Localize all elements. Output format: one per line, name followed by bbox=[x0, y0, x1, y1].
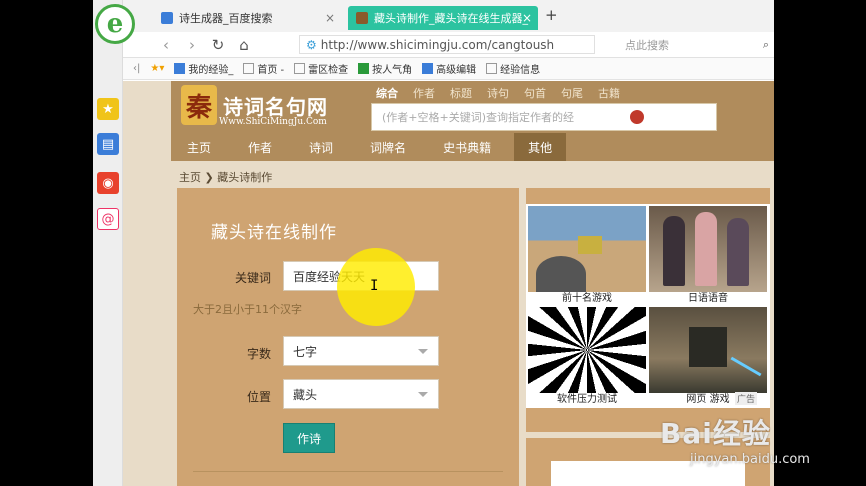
menu-item-other[interactable]: 其他 bbox=[514, 133, 567, 161]
position-value: 藏头 bbox=[293, 387, 318, 402]
search-tabs: 综合 作者 标题 诗句 句首 句尾 古籍 bbox=[376, 85, 635, 101]
bookmarks-bar: ‹| ★▾ 我的经验_ 首页 - 雷区检查 按人气角 高级编辑 经验信息 bbox=[123, 58, 774, 80]
tab-bar: 诗生成器_百度搜索 × 藏头诗制作_藏头诗在线生成器_ × + bbox=[123, 0, 774, 32]
tab-search[interactable]: 诗生成器_百度搜索 × bbox=[153, 6, 341, 30]
position-label: 位置 bbox=[246, 390, 271, 404]
site-favicon-icon bbox=[356, 12, 368, 24]
bookmark-item[interactable]: 首页 - bbox=[243, 61, 284, 76]
web-page: 秦 诗词名句网 Www.ShiCiMingJu.Com 综合 作者 标题 诗句 … bbox=[123, 81, 774, 486]
divider bbox=[193, 471, 503, 472]
text-cursor-icon: I bbox=[370, 278, 379, 294]
position-select[interactable]: 藏头 bbox=[283, 379, 439, 409]
browser-window: ★ ▤ ◉ @ e 诗生成器_百度搜索 × 藏头诗制作_藏头诗在线生成器_ × … bbox=[93, 0, 774, 486]
new-tab-button[interactable]: + bbox=[545, 6, 558, 24]
menu-item-poems[interactable]: 诗词 bbox=[307, 133, 335, 161]
back-icon[interactable]: ‹ bbox=[153, 36, 179, 54]
tab-label: 诗生成器_百度搜索 bbox=[179, 12, 273, 25]
close-tab-icon[interactable]: × bbox=[522, 11, 532, 25]
ad-item[interactable]: 日语语音 bbox=[649, 206, 767, 306]
forward-icon[interactable]: › bbox=[179, 36, 205, 54]
search-tab[interactable]: 综合 bbox=[376, 85, 398, 101]
main-menu: 主页 作者 诗词 词牌名 史书典籍 其他 bbox=[171, 133, 774, 161]
search-tab[interactable]: 标题 bbox=[450, 85, 472, 101]
menu-item-classics[interactable]: 史书典籍 bbox=[441, 133, 493, 161]
submit-button[interactable]: 作诗 bbox=[283, 423, 335, 453]
bookmark-item[interactable]: 高级编辑 bbox=[422, 61, 476, 76]
search-tab[interactable]: 句首 bbox=[524, 85, 546, 101]
search-placeholder: 点此搜索 bbox=[625, 38, 669, 52]
home-icon[interactable]: ⌂ bbox=[231, 36, 257, 54]
collapse-icon[interactable]: ‹| bbox=[133, 63, 140, 74]
site-header: 秦 诗词名句网 Www.ShiCiMingJu.Com 综合 作者 标题 诗句 … bbox=[171, 81, 774, 161]
ad-item[interactable]: 前十名游戏 bbox=[528, 206, 646, 306]
logo-badge: 秦 bbox=[181, 85, 217, 125]
bookmark-item[interactable]: 我的经验_ bbox=[174, 61, 233, 76]
site-url-text: Www.ShiCiMingJu.Com bbox=[219, 117, 327, 127]
chars-label: 字数 bbox=[246, 347, 271, 361]
ad-label: 广告 bbox=[735, 392, 758, 405]
url-text: http://www.shicimingju.com/cangtoush bbox=[320, 37, 555, 52]
seal-icon bbox=[630, 110, 644, 124]
acrostic-form-panel: 藏头诗在线制作 关键词 百度经验天天 大于2且小于11个汉字 字数 七字 位置 … bbox=[177, 188, 519, 486]
notes-icon[interactable]: ▤ bbox=[97, 133, 119, 155]
chars-select[interactable]: 七字 bbox=[283, 336, 439, 366]
search-icon[interactable]: ⌕ bbox=[763, 38, 769, 52]
site-search-input[interactable]: (作者+空格+关键词)查询指定作者的经 bbox=[371, 103, 717, 131]
close-tab-icon[interactable]: × bbox=[325, 11, 335, 25]
illusion-image bbox=[528, 307, 646, 393]
menu-item-authors[interactable]: 作者 bbox=[246, 133, 274, 161]
address-bar: ‹ › ↻ ⌂ ⚙ http://www.shicimingju.com/can… bbox=[123, 32, 774, 58]
refresh-icon[interactable]: ↻ bbox=[205, 36, 231, 54]
chevron-down-icon bbox=[418, 349, 428, 354]
anime-image bbox=[649, 206, 767, 292]
star-icon[interactable]: ★▾ bbox=[150, 63, 164, 74]
ad-grid: 前十名游戏 日语语音 软件压力测试 网页 游戏 bbox=[526, 204, 770, 408]
tab-label: 藏头诗制作_藏头诗在线生成器_ bbox=[374, 12, 528, 25]
keyword-hint: 大于2且小于11个汉字 bbox=[193, 303, 302, 316]
ad-slot[interactable] bbox=[551, 461, 745, 486]
mail-icon[interactable]: @ bbox=[97, 208, 119, 230]
weibo-icon[interactable]: ◉ bbox=[97, 172, 119, 194]
breadcrumb[interactable]: 主页 ❯ 藏头诗制作 bbox=[179, 169, 272, 185]
racing-game-image bbox=[528, 206, 646, 292]
paw-icon bbox=[161, 12, 173, 24]
corridor-game-image bbox=[649, 307, 767, 393]
bookmark-item[interactable]: 雷区检查 bbox=[294, 61, 348, 76]
form-title: 藏头诗在线制作 bbox=[211, 223, 337, 243]
search-tab[interactable]: 作者 bbox=[413, 85, 435, 101]
favorites-icon[interactable]: ★ bbox=[97, 98, 119, 120]
search-tab[interactable]: 古籍 bbox=[598, 85, 620, 101]
menu-item-cipai[interactable]: 词牌名 bbox=[368, 133, 408, 161]
secure-icon: ⚙ bbox=[306, 37, 317, 52]
search-tab[interactable]: 句尾 bbox=[561, 85, 583, 101]
chars-value: 七字 bbox=[293, 344, 318, 359]
bookmark-item[interactable]: 经验信息 bbox=[486, 61, 540, 76]
site-name: 诗词名句网 bbox=[223, 94, 328, 119]
search-tab[interactable]: 诗句 bbox=[487, 85, 509, 101]
ad-caption: 日语语音 bbox=[688, 293, 728, 304]
site-search-placeholder: (作者+空格+关键词)查询指定作者的经 bbox=[382, 111, 575, 124]
ad-caption: 软件压力测试 bbox=[557, 394, 617, 405]
keyword-label: 关键词 bbox=[234, 271, 271, 285]
ad-item[interactable]: 软件压力测试 bbox=[528, 307, 646, 407]
chevron-down-icon bbox=[418, 392, 428, 397]
url-input[interactable]: ⚙ http://www.shicimingju.com/cangtoush bbox=[299, 35, 595, 54]
screen: ★ ▤ ◉ @ e 诗生成器_百度搜索 × 藏头诗制作_藏头诗在线生成器_ × … bbox=[0, 0, 866, 486]
browser-search-input[interactable]: 点此搜索 ⌕ bbox=[601, 35, 774, 54]
ad-caption: 前十名游戏 bbox=[562, 293, 612, 304]
menu-item-home[interactable]: 主页 bbox=[185, 133, 213, 161]
sidebar: ★ ▤ ◉ @ bbox=[93, 0, 123, 486]
browser-logo-icon[interactable]: e bbox=[95, 4, 135, 44]
bookmark-item[interactable]: 按人气角 bbox=[358, 61, 412, 76]
tab-active[interactable]: 藏头诗制作_藏头诗在线生成器_ × bbox=[348, 6, 538, 30]
